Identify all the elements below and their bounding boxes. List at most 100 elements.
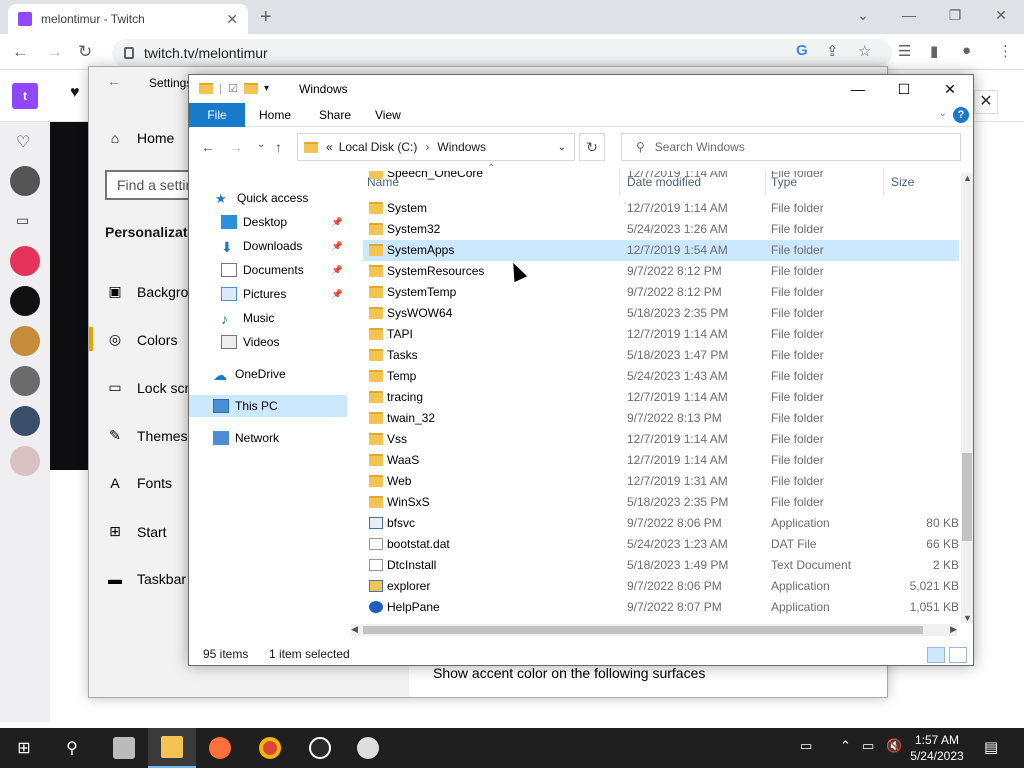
table-row[interactable]: System32 5/24/2023 1:26 AM File folder — [363, 219, 959, 240]
heart-icon[interactable]: ♥ — [70, 84, 80, 102]
breadcrumb-drive[interactable]: Local Disk (C:) — [339, 140, 418, 154]
back-icon[interactable]: ← — [12, 42, 29, 62]
breadcrumb-overflow[interactable]: « — [326, 140, 333, 154]
table-row[interactable]: SystemResources 9/7/2022 8:12 PM File fold… — [363, 261, 959, 282]
table-row[interactable]: SystemApps 12/7/2019 1:54 AM File folder — [363, 240, 959, 261]
horizontal-scrollbar[interactable]: ◀ ▶ — [351, 624, 957, 636]
tab-share[interactable]: Share — [319, 108, 351, 122]
notifications-icon[interactable]: ▤ — [984, 738, 998, 756]
tablet-mode-icon[interactable]: ▭ — [800, 738, 812, 754]
share-icon[interactable]: ⇪ — [826, 42, 839, 60]
scroll-thumb[interactable] — [363, 626, 923, 634]
scroll-up-icon[interactable]: ▲ — [963, 173, 972, 183]
properties-icon[interactable]: ☑ — [228, 82, 238, 95]
settings-item-fonts[interactable]: A Fonts — [107, 475, 172, 491]
table-row[interactable]: DtcInstall 5/18/2023 1:49 PM Text Document… — [363, 555, 959, 576]
close-icon[interactable]: ✕ — [974, 90, 998, 114]
avatar[interactable] — [10, 366, 40, 396]
scroll-down-icon[interactable]: ▼ — [963, 613, 972, 623]
table-row[interactable]: tracing 12/7/2019 1:14 AM File folder — [363, 387, 959, 408]
table-row[interactable]: WaaS 12/7/2019 1:14 AM File folder — [363, 450, 959, 471]
help-icon[interactable]: ? — [953, 107, 969, 123]
volume-muted-icon[interactable]: 🔇 — [886, 738, 902, 754]
scroll-thumb[interactable] — [962, 453, 972, 541]
side-panel-icon[interactable]: ▮ — [930, 42, 938, 60]
scroll-right-icon[interactable]: ▶ — [950, 624, 957, 635]
nav-desktop[interactable]: Desktop 📌 — [221, 211, 347, 233]
expand-ribbon-icon[interactable]: ⌄ — [939, 108, 947, 119]
tab-search-icon[interactable]: ⌄ — [840, 0, 886, 30]
table-row[interactable]: System 12/7/2019 1:14 AM File folder — [363, 198, 959, 219]
table-row[interactable]: SysWOW64 5/18/2023 2:35 PM File folder — [363, 303, 959, 324]
bookmark-star-icon[interactable]: ☆ — [858, 42, 871, 60]
minimize-button[interactable]: — — [835, 75, 881, 103]
chevron-right-icon[interactable]: › — [425, 140, 429, 154]
nav-this-pc[interactable]: This PC — [189, 395, 347, 417]
customize-toolbar-icon[interactable]: ▾ — [264, 83, 269, 94]
table-row[interactable]: TAPI 12/7/2019 1:14 AM File folder — [363, 324, 959, 345]
nav-downloads[interactable]: ⬇ Downloads 📌 — [221, 235, 347, 257]
table-row[interactable]: bootstat.dat 5/24/2023 1:23 AM DAT File 66 … — [363, 534, 959, 555]
profile-icon[interactable]: ● — [962, 42, 971, 59]
chrome-icon[interactable] — [246, 728, 294, 768]
nav-music[interactable]: ♪ Music — [221, 307, 347, 329]
settings-item-colors[interactable]: ◎ Colors — [107, 331, 178, 348]
address-bar[interactable]: twitch.tv/melontimur — [112, 39, 892, 67]
new-tab-button[interactable]: + — [260, 6, 272, 29]
avatar[interactable] — [10, 326, 40, 356]
video-icon[interactable]: ▭ — [16, 212, 29, 229]
breadcrumb-folder[interactable]: Windows — [437, 140, 486, 154]
details-view-icon[interactable] — [927, 647, 945, 663]
nav-pictures[interactable]: Pictures 📌 — [221, 283, 347, 305]
table-row[interactable]: WinSxS 5/18/2023 2:35 PM File folder — [363, 492, 959, 513]
reload-icon[interactable]: ↻ — [78, 42, 92, 62]
nav-documents[interactable]: Documents 📌 — [221, 259, 347, 281]
back-icon[interactable]: ← — [201, 139, 215, 155]
minimize-button[interactable]: — — [886, 0, 932, 30]
table-row[interactable]: SystemTemp 9/7/2022 8:12 PM File folder — [363, 282, 959, 303]
search-input[interactable]: ⚲ Search Windows — [621, 133, 961, 161]
chevron-up-icon[interactable]: ⌃ — [840, 738, 851, 754]
obs-icon[interactable] — [296, 728, 344, 768]
breadcrumb[interactable]: « Local Disk (C:) › Windows ⌄ — [297, 133, 575, 161]
nav-network[interactable]: Network — [213, 427, 347, 449]
table-row[interactable]: Vss 12/7/2019 1:14 AM File folder — [363, 429, 959, 450]
search-icon[interactable]: ⚲ — [48, 728, 96, 768]
network-icon[interactable]: ▭ — [862, 738, 874, 754]
new-folder-icon[interactable] — [244, 82, 258, 94]
avatar[interactable] — [10, 246, 40, 276]
close-button[interactable]: ✕ — [927, 75, 973, 103]
chevron-down-icon[interactable]: ⌄ — [558, 142, 566, 153]
table-row[interactable]: explorer 9/7/2022 8:06 PM Application 5,021… — [363, 576, 959, 597]
close-button[interactable]: ✕ — [978, 0, 1024, 30]
restore-button[interactable]: ❐ — [932, 0, 978, 30]
settings-item-start[interactable]: ⊞ Start — [107, 523, 166, 540]
browser-tab[interactable]: melontimur - Twitch ✕ — [8, 4, 248, 34]
scroll-left-icon[interactable]: ◀ — [351, 624, 358, 635]
vertical-scrollbar[interactable]: ▲ ▼ — [961, 173, 973, 623]
avatar[interactable] — [10, 446, 40, 476]
app-clock-icon[interactable] — [344, 728, 392, 768]
app-icon[interactable] — [100, 728, 148, 768]
find-setting-input[interactable]: Find a setting — [105, 170, 200, 200]
media-icon[interactable]: ☰ — [898, 42, 911, 60]
settings-home[interactable]: ⌂ Home — [107, 130, 175, 146]
start-button[interactable]: ⊞ — [0, 728, 48, 768]
twitch-logo-icon[interactable]: t — [12, 83, 38, 109]
file-explorer-taskbar-icon[interactable] — [148, 728, 196, 768]
nav-videos[interactable]: Videos — [221, 331, 347, 353]
settings-item-themes[interactable]: ✎ Themes — [107, 427, 187, 444]
table-row[interactable]: bfsvc 9/7/2022 8:06 PM Application 80 KB — [363, 513, 959, 534]
avatar[interactable] — [10, 286, 40, 316]
table-row[interactable]: twain_32 9/7/2022 8:13 PM File folder — [363, 408, 959, 429]
settings-item-taskbar[interactable]: ▬ Taskbar — [107, 571, 186, 587]
maximize-button[interactable]: ☐ — [881, 75, 927, 103]
table-row[interactable]: Temp 5/24/2023 1:43 AM File folder — [363, 366, 959, 387]
firefox-icon[interactable] — [196, 728, 244, 768]
google-icon[interactable]: G — [796, 42, 808, 59]
recent-locations-icon[interactable]: ⌄ — [257, 139, 265, 150]
following-heart-icon[interactable]: ♡ — [16, 132, 30, 152]
refresh-button[interactable]: ↻ — [579, 133, 605, 161]
table-row[interactable]: Tasks 5/18/2023 1:47 PM File folder — [363, 345, 959, 366]
forward-icon[interactable]: → — [229, 139, 243, 155]
